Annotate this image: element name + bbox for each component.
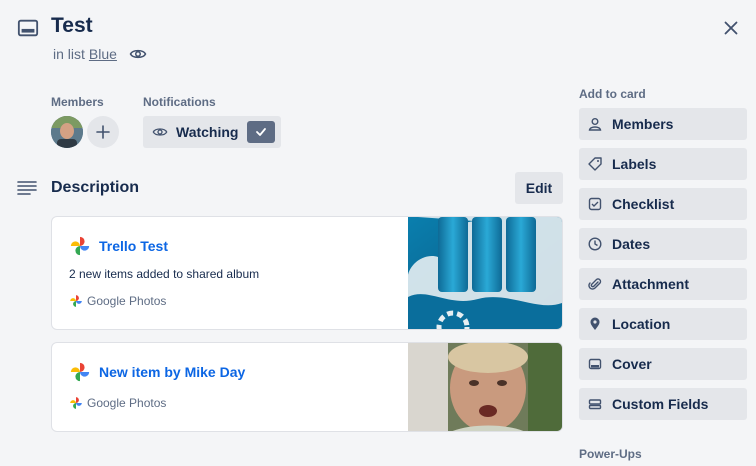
in-list-line: in list Blue bbox=[53, 45, 147, 63]
embed-source-label: Google Photos bbox=[87, 396, 167, 410]
embed-source: Google Photos bbox=[69, 294, 166, 308]
google-photos-icon bbox=[70, 295, 82, 307]
cover-icon bbox=[588, 358, 602, 370]
sidebar-custom-fields-button[interactable]: Custom Fields bbox=[579, 388, 747, 420]
embed-card-trello-test[interactable]: Trello Test 2 new items added to shared … bbox=[51, 216, 563, 330]
sidebar-attachment-button[interactable]: Attachment bbox=[579, 268, 747, 300]
sidebar-button-label: Location bbox=[612, 316, 671, 332]
avatar[interactable] bbox=[51, 116, 83, 148]
tag-icon bbox=[588, 157, 602, 171]
watching-check bbox=[247, 121, 275, 143]
sidebar-button-label: Cover bbox=[612, 356, 652, 372]
clock-icon bbox=[588, 237, 602, 251]
paperclip-icon bbox=[588, 278, 602, 290]
edit-description-button[interactable]: Edit bbox=[515, 172, 563, 204]
checklist-icon bbox=[588, 197, 602, 211]
description-title: Description bbox=[51, 179, 140, 196]
google-photos-icon bbox=[70, 397, 82, 409]
sidebar-button-label: Checklist bbox=[612, 196, 675, 212]
description-icon bbox=[17, 181, 37, 195]
embed-source: Google Photos bbox=[69, 396, 166, 410]
sidebar-button-label: Members bbox=[612, 116, 674, 132]
close-icon[interactable] bbox=[720, 17, 742, 39]
card-title[interactable]: Test bbox=[51, 14, 93, 38]
sidebar-checklist-button[interactable]: Checklist bbox=[579, 188, 747, 220]
embed-thumbnail bbox=[408, 343, 562, 431]
add-member-button[interactable] bbox=[87, 116, 119, 148]
sidebar-dates-button[interactable]: Dates bbox=[579, 228, 747, 260]
eye-icon bbox=[152, 128, 168, 136]
in-list-prefix: in list bbox=[53, 46, 85, 62]
google-photos-logo-icon bbox=[70, 362, 90, 382]
plus-icon bbox=[96, 125, 110, 139]
sidebar-members-button[interactable]: Members bbox=[579, 108, 747, 140]
members-label: Members bbox=[51, 95, 104, 109]
sidebar-button-label: Attachment bbox=[612, 276, 690, 292]
sidebar-button-label: Labels bbox=[612, 156, 657, 172]
sidebar-cover-button[interactable]: Cover bbox=[579, 348, 747, 380]
check-icon bbox=[256, 128, 266, 136]
notifications-label: Notifications bbox=[143, 95, 216, 109]
power-ups-label: Power-Ups bbox=[579, 447, 642, 461]
person-icon bbox=[588, 118, 602, 131]
sidebar-labels-button[interactable]: Labels bbox=[579, 148, 747, 180]
add-to-card-label: Add to card bbox=[579, 87, 646, 101]
eye-icon bbox=[129, 49, 147, 59]
embed-thumbnail bbox=[408, 217, 562, 329]
pin-icon bbox=[590, 317, 600, 330]
embed-title[interactable]: New item by Mike Day bbox=[99, 364, 245, 380]
card-icon bbox=[17, 19, 39, 37]
custom-fields-icon bbox=[588, 399, 602, 410]
embed-title[interactable]: Trello Test bbox=[99, 238, 168, 254]
list-name-link[interactable]: Blue bbox=[89, 46, 117, 62]
embed-source-label: Google Photos bbox=[87, 294, 167, 308]
sidebar-button-label: Custom Fields bbox=[612, 396, 709, 412]
sidebar-button-label: Dates bbox=[612, 236, 651, 252]
embed-body: 2 new items added to shared album bbox=[69, 267, 260, 281]
sidebar-location-button[interactable]: Location bbox=[579, 308, 747, 340]
embed-card-new-item[interactable]: New item by Mike Day Google Photos bbox=[51, 342, 563, 432]
google-photos-logo-icon bbox=[70, 236, 90, 256]
watch-label: Watching bbox=[176, 124, 239, 140]
watch-button[interactable]: Watching bbox=[143, 116, 281, 148]
